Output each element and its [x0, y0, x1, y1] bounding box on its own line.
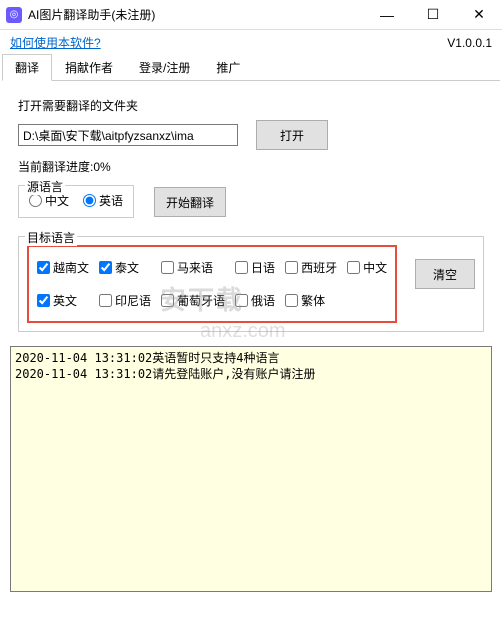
checkbox-印尼语[interactable]: 印尼语	[99, 292, 151, 309]
checkbox-input-越南文[interactable]	[37, 261, 50, 274]
checkbox-马来语[interactable]: 马来语	[161, 259, 225, 276]
radio-english[interactable]: 英语	[83, 192, 123, 209]
checkbox-label: 泰文	[115, 259, 139, 276]
minimize-button[interactable]: —	[364, 0, 410, 30]
version-label: V1.0.0.1	[447, 36, 492, 50]
progress-text: 当前翻译进度:0%	[18, 158, 484, 175]
checkbox-input-俄语[interactable]	[235, 294, 248, 307]
checkbox-label: 西班牙	[301, 259, 337, 276]
source-legend: 源语言	[25, 178, 65, 195]
progress-label: 当前翻译进度:	[18, 160, 93, 174]
checkbox-input-印尼语[interactable]	[99, 294, 112, 307]
app-icon: ◎	[6, 7, 22, 23]
window-title: AI图片翻译助手(未注册)	[28, 6, 364, 23]
checkbox-label: 越南文	[53, 259, 89, 276]
checkbox-label: 俄语	[251, 292, 275, 309]
checkbox-label: 中文	[363, 259, 387, 276]
close-button[interactable]: ✕	[456, 0, 502, 30]
checkbox-中文[interactable]: 中文	[347, 259, 387, 276]
checkbox-input-日语[interactable]	[235, 261, 248, 274]
log-textarea[interactable]: 2020-11-04 13:31:02英语暂时只支持4种语言 2020-11-0…	[10, 346, 492, 592]
checkbox-input-中文[interactable]	[347, 261, 360, 274]
checkbox-西班牙[interactable]: 西班牙	[285, 259, 337, 276]
folder-path-input[interactable]	[18, 124, 238, 146]
checkbox-泰文[interactable]: 泰文	[99, 259, 151, 276]
target-language-fieldset: 目标语言 越南文泰文马来语日语西班牙中文英文印尼语葡萄牙语俄语繁体 清空	[18, 236, 484, 332]
checkbox-label: 日语	[251, 259, 275, 276]
checkbox-label: 马来语	[177, 259, 213, 276]
main-panel: 打开需要翻译的文件夹 打开 当前翻译进度:0% 源语言 中文 英语 开始翻译 目…	[0, 81, 502, 340]
source-row: 源语言 中文 英语 开始翻译	[18, 185, 484, 226]
top-row: 如何使用本软件? V1.0.0.1	[0, 30, 502, 53]
checkbox-input-泰文[interactable]	[99, 261, 112, 274]
radio-chinese-input[interactable]	[29, 194, 42, 207]
tabs: 翻译 捐献作者 登录/注册 推广	[2, 53, 500, 81]
checkbox-input-西班牙[interactable]	[285, 261, 298, 274]
checkbox-繁体[interactable]: 繁体	[285, 292, 337, 309]
radio-english-input[interactable]	[83, 194, 96, 207]
open-button[interactable]: 打开	[256, 120, 328, 150]
maximize-button[interactable]: ☐	[410, 0, 456, 30]
checkbox-label: 印尼语	[115, 292, 151, 309]
tab-login[interactable]: 登录/注册	[126, 54, 203, 81]
tab-donate[interactable]: 捐献作者	[52, 54, 126, 81]
checkbox-越南文[interactable]: 越南文	[37, 259, 89, 276]
window-controls: — ☐ ✕	[364, 0, 502, 30]
checkbox-葡萄牙语[interactable]: 葡萄牙语	[161, 292, 225, 309]
titlebar: ◎ AI图片翻译助手(未注册) — ☐ ✕	[0, 0, 502, 30]
checkbox-俄语[interactable]: 俄语	[235, 292, 275, 309]
source-language-fieldset: 源语言 中文 英语	[18, 185, 134, 218]
clear-button[interactable]: 清空	[415, 259, 475, 289]
tab-translate[interactable]: 翻译	[2, 54, 52, 81]
target-inner: 越南文 泰文 马来语 日语 西班牙 中文英文 印尼语 葡萄牙语 俄语 繁体 清空	[27, 245, 475, 323]
checkbox-英文[interactable]: 英文	[37, 292, 89, 309]
target-legend: 目标语言	[25, 229, 77, 246]
tab-promote[interactable]: 推广	[203, 54, 253, 81]
folder-label: 打开需要翻译的文件夹	[18, 97, 484, 114]
help-link[interactable]: 如何使用本软件?	[10, 34, 101, 51]
checkbox-label: 葡萄牙语	[177, 292, 225, 309]
checkbox-input-英文[interactable]	[37, 294, 50, 307]
checkbox-input-马来语[interactable]	[161, 261, 174, 274]
checkbox-input-繁体[interactable]	[285, 294, 298, 307]
folder-row: 打开	[18, 120, 484, 150]
progress-value: 0%	[93, 160, 110, 174]
checkbox-input-葡萄牙语[interactable]	[161, 294, 174, 307]
checkbox-日语[interactable]: 日语	[235, 259, 275, 276]
target-checkbox-grid: 越南文 泰文 马来语 日语 西班牙 中文英文 印尼语 葡萄牙语 俄语 繁体	[27, 245, 397, 323]
radio-english-label: 英语	[99, 192, 123, 209]
start-translate-button[interactable]: 开始翻译	[154, 187, 226, 217]
checkbox-label: 英文	[53, 292, 77, 309]
checkbox-label: 繁体	[301, 292, 325, 309]
